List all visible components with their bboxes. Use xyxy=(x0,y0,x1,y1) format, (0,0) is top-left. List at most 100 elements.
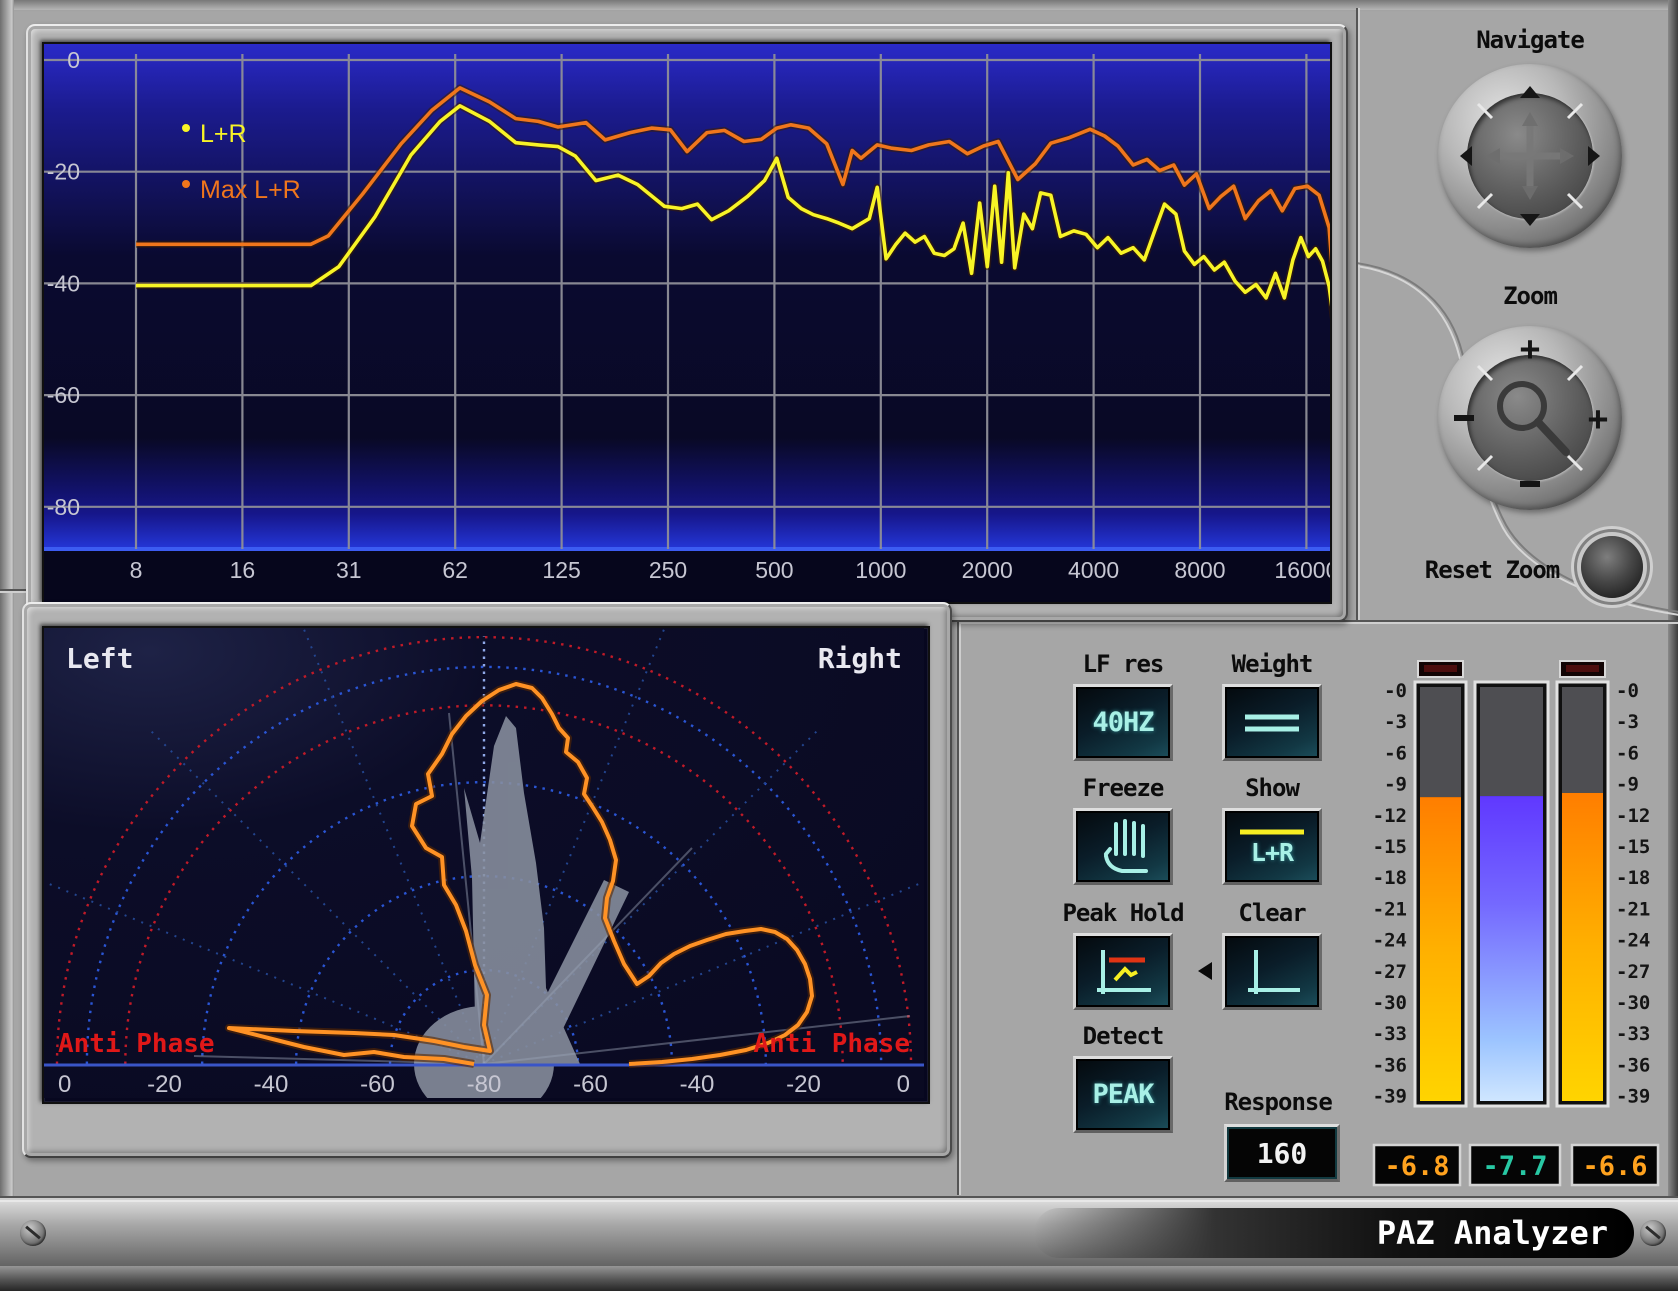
svg-text:2000: 2000 xyxy=(962,557,1013,583)
bottom-strip xyxy=(0,1266,1678,1291)
divider-titlebar xyxy=(0,1196,1678,1198)
svg-text:-6.8: -6.8 xyxy=(1384,1151,1449,1182)
freeze-label: Freeze xyxy=(1083,774,1164,802)
title-pill: PAZ Analyzer xyxy=(1034,1208,1634,1258)
svg-text:+: + xyxy=(1520,329,1540,369)
freeze-button[interactable] xyxy=(1073,808,1173,885)
show-button[interactable]: L+R xyxy=(1222,808,1322,885)
svg-text:-60: -60 xyxy=(360,1071,395,1098)
svg-text:-20: -20 xyxy=(47,159,80,185)
svg-text:Left: Left xyxy=(66,642,133,675)
response-label: Response xyxy=(1224,1088,1332,1116)
svg-text:-6: -6 xyxy=(1616,742,1639,764)
svg-text:4000: 4000 xyxy=(1068,557,1119,583)
svg-text:-33: -33 xyxy=(1616,1023,1650,1045)
svg-text:-30: -30 xyxy=(1373,992,1407,1014)
svg-text:-15: -15 xyxy=(1616,836,1650,858)
svg-text:-12: -12 xyxy=(1373,805,1407,827)
weight-button[interactable] xyxy=(1222,684,1322,761)
response-value: 160 xyxy=(1257,1137,1308,1170)
clear-label: Clear xyxy=(1238,899,1305,927)
detect-button[interactable]: PEAK xyxy=(1073,1056,1173,1133)
spectrum-display-frame: 81631621252505001000200040008000160000-2… xyxy=(26,24,1348,622)
svg-text:-30: -30 xyxy=(1616,992,1650,1014)
svg-text:Right: Right xyxy=(818,642,902,675)
svg-text:-60: -60 xyxy=(573,1071,608,1098)
svg-text:L+R: L+R xyxy=(200,120,247,148)
show-yellow-line-icon xyxy=(1236,826,1308,838)
polar-display-frame: Left Right Anti Phase Anti Phase 0 -20 -40 -60 -… xyxy=(22,602,952,1158)
lf-res-button[interactable]: 40HZ xyxy=(1073,684,1173,761)
navigate-arrows-icon xyxy=(1438,64,1622,248)
svg-text:8000: 8000 xyxy=(1174,557,1225,583)
svg-text:-9: -9 xyxy=(1616,774,1639,796)
svg-text:-20: -20 xyxy=(786,1071,821,1098)
reset-zoom-button[interactable] xyxy=(1581,536,1643,598)
svg-text:0: 0 xyxy=(67,47,80,73)
show-label: Show xyxy=(1245,774,1299,802)
svg-text:-40: -40 xyxy=(254,1071,289,1098)
svg-text:-80: -80 xyxy=(47,494,80,520)
response-value-box[interactable]: 160 xyxy=(1224,1124,1340,1182)
polar-chart: Left Right Anti Phase Anti Phase 0 -20 -40 -60 -… xyxy=(44,628,924,1098)
svg-text:Anti Phase: Anti Phase xyxy=(58,1029,215,1059)
detect-label: Detect xyxy=(1083,1022,1164,1050)
show-value: L+R xyxy=(1251,838,1293,867)
svg-text:-36: -36 xyxy=(1373,1054,1407,1076)
svg-text:0: 0 xyxy=(58,1071,71,1098)
magnifier-icon: ++ xyxy=(1438,326,1622,510)
lf-res-value: 40HZ xyxy=(1092,707,1153,738)
svg-text:-15: -15 xyxy=(1373,836,1407,858)
meter-fill xyxy=(1420,797,1461,1101)
lf-res-label: LF res xyxy=(1083,650,1164,678)
svg-text:125: 125 xyxy=(542,557,580,583)
svg-text:-39: -39 xyxy=(1373,1086,1407,1108)
peak-hold-icon xyxy=(1087,942,1159,1002)
clear-axes-icon xyxy=(1236,942,1308,1002)
weight-flat-lines-icon xyxy=(1237,703,1307,743)
svg-text:-20: -20 xyxy=(147,1071,182,1098)
screw-icon-right xyxy=(1640,1220,1666,1246)
svg-text:-9: -9 xyxy=(1384,774,1407,796)
svg-text:-18: -18 xyxy=(1616,867,1650,889)
svg-text:-18: -18 xyxy=(1373,867,1407,889)
svg-text:-3: -3 xyxy=(1616,711,1639,733)
clear-button[interactable] xyxy=(1222,933,1322,1010)
svg-text:-0: -0 xyxy=(1616,680,1639,702)
plugin-title: PAZ Analyzer xyxy=(1377,1214,1608,1252)
svg-text:-6: -6 xyxy=(1384,742,1407,764)
svg-text:16000: 16000 xyxy=(1274,557,1330,583)
paz-analyzer-window: 81631621252505001000200040008000160000-2… xyxy=(0,0,1678,1291)
svg-text:31: 31 xyxy=(336,557,362,583)
svg-text:Max L+R: Max L+R xyxy=(200,176,301,204)
svg-text:250: 250 xyxy=(649,557,687,583)
svg-text:-24: -24 xyxy=(1373,930,1407,952)
svg-text:500: 500 xyxy=(755,557,793,583)
svg-text:-24: -24 xyxy=(1616,930,1650,952)
spectrum-chart: 81631621252505001000200040008000160000-2… xyxy=(44,44,1330,602)
peak-hold-button[interactable] xyxy=(1073,933,1173,1010)
polar-display: Left Right Anti Phase Anti Phase 0 -20 -40 -60 -… xyxy=(42,626,930,1104)
window-edge-left xyxy=(0,0,14,1291)
detect-value: PEAK xyxy=(1092,1079,1153,1110)
svg-text:-27: -27 xyxy=(1373,961,1407,983)
screw-icon-left xyxy=(20,1220,46,1246)
weight-label: Weight xyxy=(1232,650,1313,678)
navigate-pad[interactable] xyxy=(1438,64,1622,248)
svg-text:-21: -21 xyxy=(1616,898,1650,920)
level-meters: -0-0-3-3-6-6-9-9-12-12-15-15-18-18-21-21… xyxy=(1360,615,1672,1195)
svg-text:-7.7: -7.7 xyxy=(1482,1151,1547,1182)
svg-text:-0: -0 xyxy=(1384,680,1407,702)
svg-text:+: + xyxy=(1588,399,1608,439)
svg-text:1000: 1000 xyxy=(855,557,906,583)
spectrum-display: 81631621252505001000200040008000160000-2… xyxy=(42,42,1332,604)
zoom-pad[interactable]: ++ xyxy=(1438,326,1622,510)
peak-hold-label: Peak Hold xyxy=(1062,899,1183,927)
meter-fill xyxy=(1562,793,1603,1101)
svg-text:Anti Phase: Anti Phase xyxy=(753,1029,910,1059)
meter-fill xyxy=(1480,796,1543,1101)
svg-text:62: 62 xyxy=(442,557,468,583)
title-bar: PAZ Analyzer xyxy=(0,1200,1678,1268)
divider-vertical xyxy=(957,591,959,1195)
svg-text:-3: -3 xyxy=(1384,711,1407,733)
